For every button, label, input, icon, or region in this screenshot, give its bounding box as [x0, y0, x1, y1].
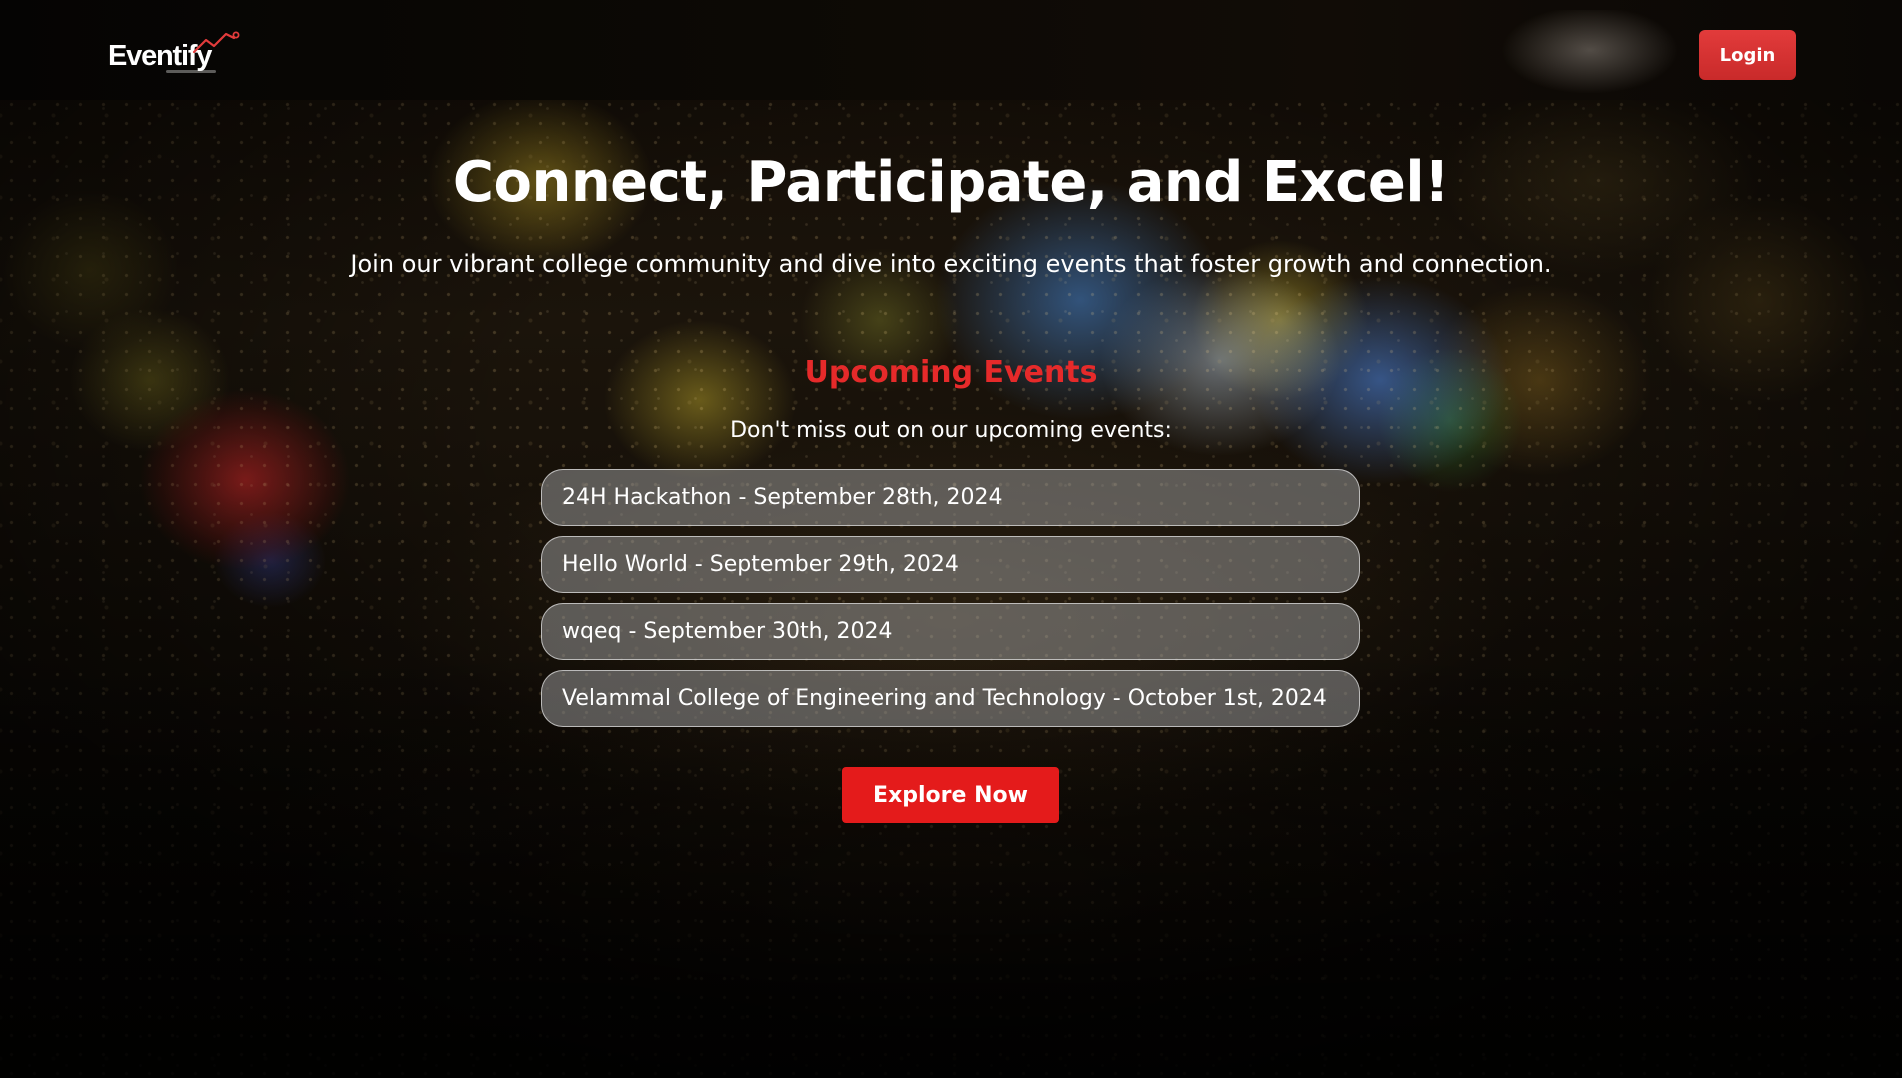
- event-item[interactable]: wqeq - September 30th, 2024: [541, 603, 1360, 660]
- event-item[interactable]: Velammal College of Engineering and Tech…: [541, 670, 1360, 727]
- hero-title: Connect, Participate, and Excel!: [452, 150, 1450, 215]
- upcoming-events-heading: Upcoming Events: [804, 355, 1098, 390]
- hero-subtitle: Join our vibrant college community and d…: [350, 250, 1552, 278]
- login-button[interactable]: Login: [1699, 30, 1796, 80]
- event-item[interactable]: 24H Hackathon - September 28th, 2024: [541, 469, 1360, 526]
- event-list: 24H Hackathon - September 28th, 2024 Hel…: [541, 469, 1360, 737]
- header-light-glow: [1480, 10, 1700, 110]
- trend-line-icon: [192, 31, 240, 54]
- upcoming-events-subtitle: Don't miss out on our upcoming events:: [730, 418, 1172, 443]
- page: Eventify Login Connect, Participate, and…: [0, 0, 1902, 1078]
- event-item[interactable]: Hello World - September 29th, 2024: [541, 536, 1360, 593]
- top-navbar: Eventify Login: [0, 0, 1902, 110]
- explore-now-button[interactable]: Explore Now: [842, 767, 1059, 823]
- logo-tagline: [166, 70, 216, 73]
- eventify-logo[interactable]: Eventify: [108, 31, 240, 80]
